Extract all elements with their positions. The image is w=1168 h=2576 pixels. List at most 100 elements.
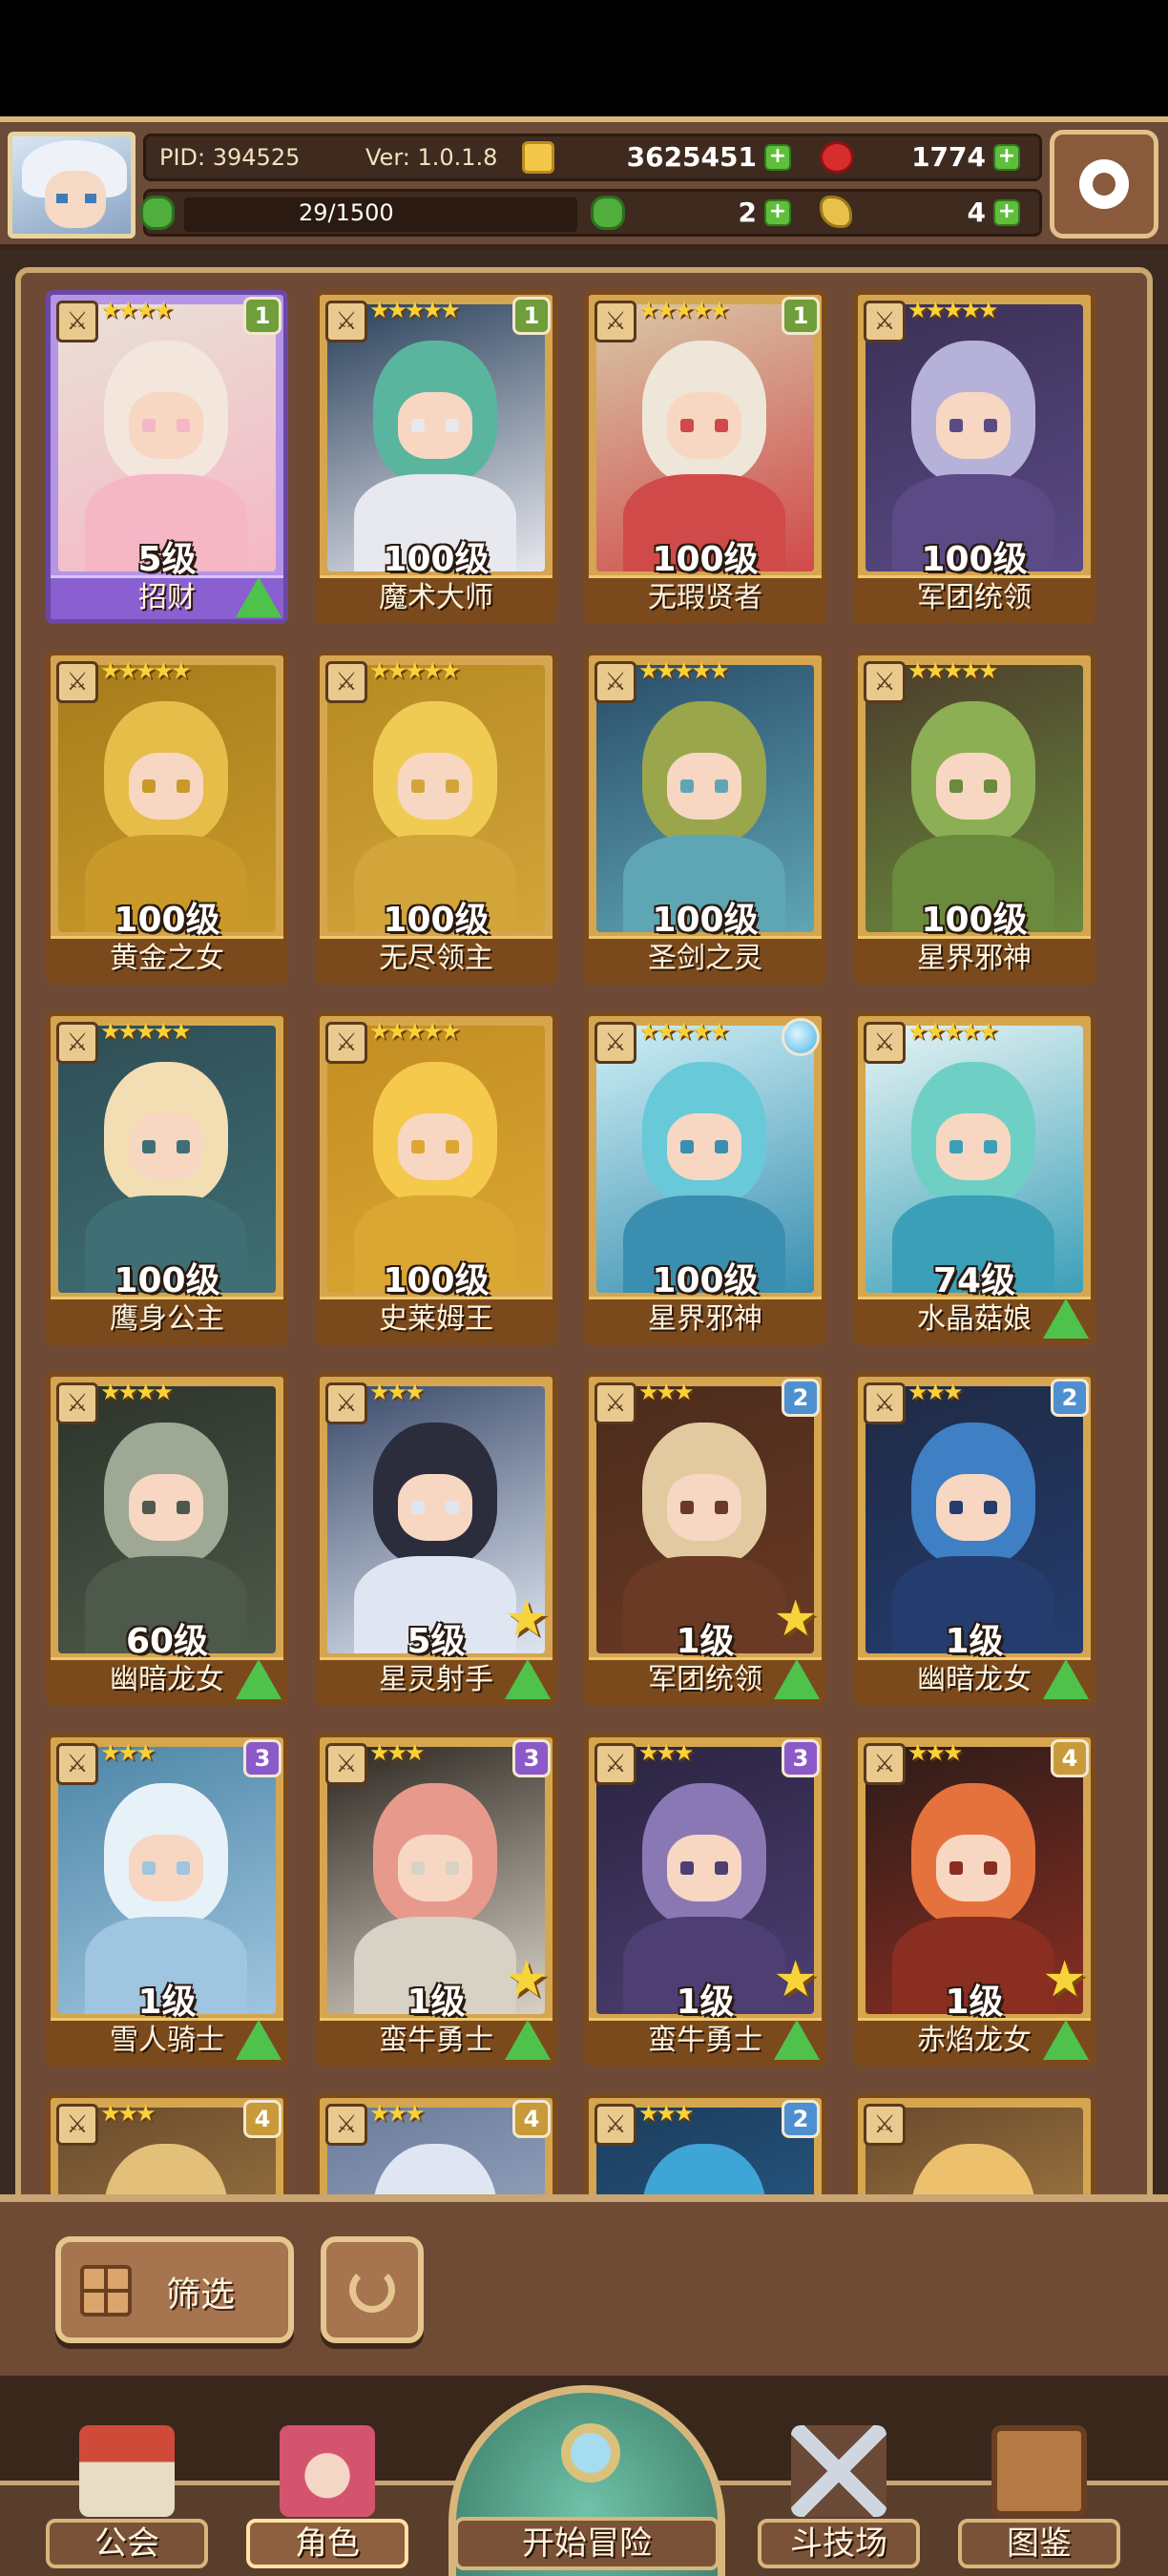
tier-badge: 1 [782,297,820,335]
info-row: PID: 394525 Ver: 1.0.1.8 3625451 + 1774 … [143,134,1042,181]
tier-badge: 2 [1051,1379,1089,1417]
rarity-stars: ★★★★★ [100,657,192,684]
rarity-stars: ★★★★★ [638,657,730,684]
character-icon [280,2425,375,2517]
settings-gear-icon[interactable] [1050,130,1158,239]
gem-amount: 1774 [911,141,986,173]
character-card[interactable]: ⚔ ★★★★★ 74级 水晶菇娘 [853,1011,1095,1345]
rarity-stars: ★★★★★ [369,657,461,684]
horn-icon [820,196,852,228]
stamina-row: 29/1500 2 + 4 + [140,189,1042,237]
character-card[interactable]: ⚔ ★★★★★ 100级 星界邪神 [584,1011,826,1345]
tier-badge: 1 [512,297,551,335]
rarity-stars: ★★★ [369,1739,426,1766]
rarity-stars: ★★★★★ [369,1018,461,1045]
refresh-icon [349,2267,395,2313]
class-icon: ⚔ [325,661,367,703]
character-name: 星界邪神 [648,1302,762,1336]
character-card[interactable]: ⚔ ★★★ 3 1级 蛮牛勇士 ★ [315,1733,557,2067]
character-card[interactable]: ⚔ ★★★★★ 100级 圣剑之灵 [584,651,826,985]
nav-codex[interactable]: 图鉴 [958,2414,1120,2568]
tier-badge: 4 [512,2100,551,2138]
character-card[interactable]: ⚔ ★★★★ 60级 幽暗龙女 [46,1372,288,1706]
rarity-stars: ★★★ [638,1379,695,1405]
level-up-arrow-icon [236,2020,282,2060]
add-clover-button[interactable]: + [764,199,791,226]
codex-book-icon [991,2425,1087,2517]
player-avatar[interactable] [8,132,136,239]
star-upgrade-icon: ★ [773,1951,818,2008]
add-horn-button[interactable]: + [993,199,1020,226]
class-icon: ⚔ [325,1382,367,1424]
character-card[interactable]: ⚔ ★★★★★ 1 100级 魔术大师 [315,290,557,624]
add-gold-button[interactable]: + [764,144,791,171]
character-card[interactable]: ⚔ ★★★★★ 100级 无尽领主 [315,651,557,985]
class-icon: ⚔ [56,1382,98,1424]
character-card[interactable]: ⚔ ★★★★★ 100级 星界邪神 [853,651,1095,985]
character-list-area: ⚔ ★★★★ 1 5级 招财 ⚔ ★★★★★ 1 100级 魔术大师 ⚔ ★★★★★ 1 100级 无瑕贤者… [0,250,1168,2427]
character-card[interactable]: ⚔ ★★★★★ 100级 军团统领 [853,290,1095,624]
add-gem-button[interactable]: + [993,144,1020,171]
tier-badge: 4 [243,2100,282,2138]
level-up-arrow-icon [1043,1298,1089,1339]
nav-guild[interactable]: 公会 [46,2414,208,2568]
level-up-arrow-icon [236,1659,282,1699]
class-icon: ⚔ [56,2104,98,2146]
nav-character-label: 角色 [246,2519,408,2568]
nav-arena[interactable]: 斗技场 [758,2414,920,2568]
rarity-stars: ★★★★★ [638,1018,730,1045]
tier-badge: 2 [782,2100,820,2138]
rarity-stars: ★★★ [369,2100,426,2127]
character-card[interactable]: ⚔ ★★★★★ 100级 史莱姆王 [315,1011,557,1345]
class-icon: ⚔ [325,1743,367,1785]
character-name: 无瑕贤者 [648,581,762,614]
magnifier-icon [561,2423,620,2483]
character-card[interactable]: ⚔ ★★★ 3 1级 蛮牛勇士 ★ [584,1733,826,2067]
star-upgrade-icon: ★ [1042,1951,1087,2008]
horn-amount: 4 [967,197,986,228]
rarity-stars: ★★★★ [100,1379,174,1405]
class-icon: ⚔ [594,301,636,343]
character-card[interactable]: ⚔ ★★★ 2 1级 幽暗龙女 [853,1372,1095,1706]
rarity-stars: ★★★★★ [100,1018,192,1045]
tier-badge: 1 [243,297,282,335]
class-icon: ⚔ [594,1743,636,1785]
nav-start-adventure[interactable]: 开始冒险 [448,2385,725,2576]
character-name: 圣剑之灵 [648,942,762,975]
tier-badge: 3 [243,1739,282,1777]
tier-badge: 2 [782,1379,820,1417]
filter-button[interactable]: 筛选 [55,2236,294,2343]
class-icon: ⚔ [864,1022,906,1064]
class-icon: ⚔ [325,2104,367,2146]
class-icon: ⚔ [864,301,906,343]
character-card[interactable]: ⚔ ★★★ 3 1级 雪人骑士 [46,1733,288,2067]
nav-codex-label: 图鉴 [958,2519,1120,2568]
filter-label: 筛选 [166,2275,236,2315]
rarity-stars: ★★★★ [100,297,174,323]
gold-amount: 3625451 [626,141,757,173]
character-card[interactable]: ⚔ ★★★ 4 1级 赤焰龙女 ★ [853,1733,1095,2067]
tier-badge: 3 [782,1739,820,1777]
red-gem-icon [820,141,854,174]
tier-badge: 4 [1051,1739,1089,1777]
character-card[interactable]: ⚔ ★★★★★ 100级 鹰身公主 [46,1011,288,1345]
nav-start-label: 开始冒险 [454,2517,720,2570]
character-card[interactable]: ⚔ ★★★ 2 1级 军团统领 ★ [584,1372,826,1706]
character-card[interactable]: ⚔ ★★★ 5级 星灵射手 ★ [315,1372,557,1706]
nav-character[interactable]: 角色 [246,2414,408,2568]
level-up-arrow-icon [505,2020,551,2060]
rarity-stars: ★★★ [100,2100,156,2127]
bottom-nav: 公会 角色 开始冒险 斗技场 图鉴 [0,2376,1168,2576]
rarity-stars: ★★★★★ [907,297,999,323]
class-icon: ⚔ [864,1382,906,1424]
refresh-button[interactable] [321,2236,424,2343]
level-up-arrow-icon [236,577,282,617]
character-card[interactable]: ⚔ ★★★★ 1 5级 招财 [46,290,288,624]
rarity-stars: ★★★★★ [369,297,461,323]
character-card[interactable]: ⚔ ★★★★★ 1 100级 无瑕贤者 [584,290,826,624]
tier-badge: 3 [512,1739,551,1777]
rarity-stars: ★★★ [100,1739,156,1766]
version-label: Ver: 1.0.1.8 [365,144,498,171]
character-card[interactable]: ⚔ ★★★★★ 100级 黄金之女 [46,651,288,985]
star-upgrade-icon: ★ [773,1590,818,1648]
